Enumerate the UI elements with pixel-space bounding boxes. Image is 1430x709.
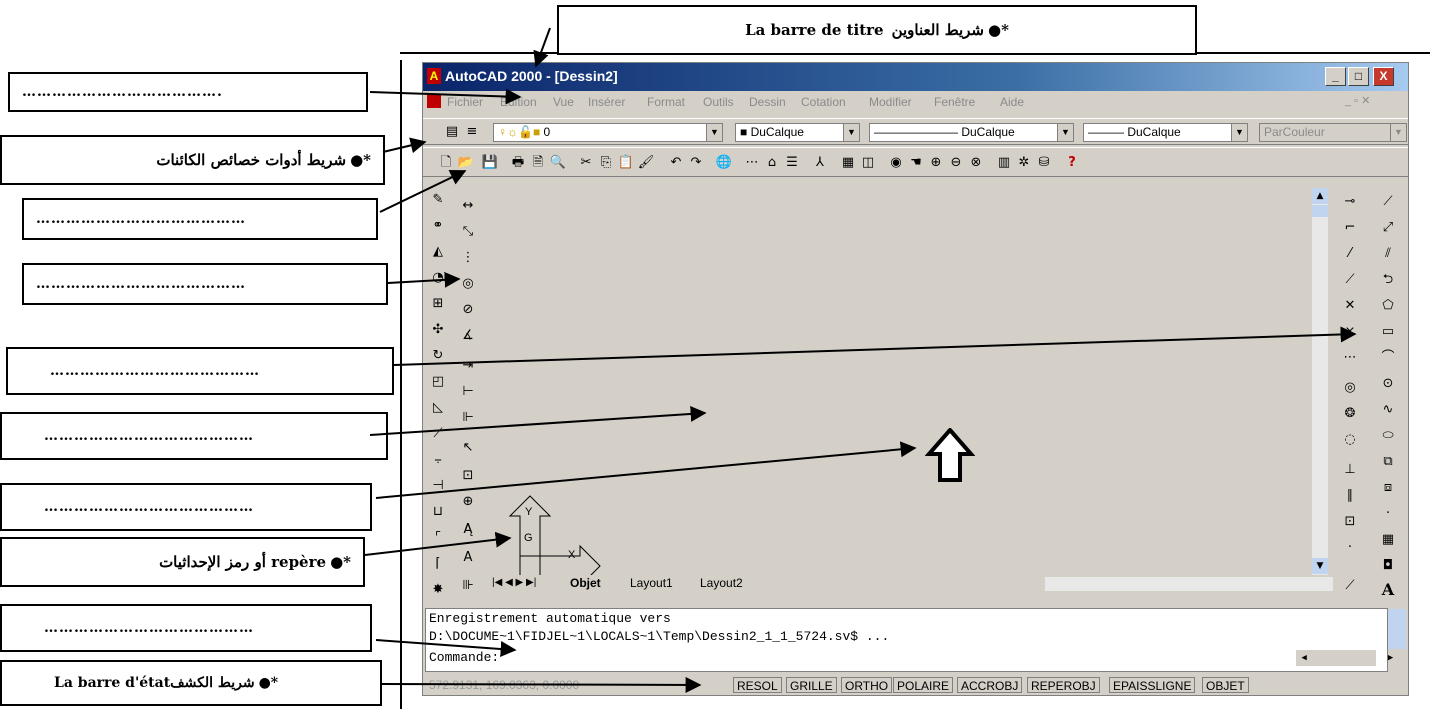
arrow-title xyxy=(533,27,551,68)
arrow-snap-toolbar xyxy=(393,326,1357,366)
arrow-command xyxy=(375,639,517,657)
arrow-menu xyxy=(369,88,522,105)
arrow-standard xyxy=(379,170,467,213)
arrow-props xyxy=(382,137,427,154)
pointer-arrows xyxy=(364,27,1357,693)
arrow-status xyxy=(381,676,702,693)
arrow-drawing-area xyxy=(369,405,707,436)
arrow-dim-toolbar xyxy=(387,271,461,288)
arrow-ucs xyxy=(364,531,512,556)
arrow-cursor xyxy=(375,441,917,499)
